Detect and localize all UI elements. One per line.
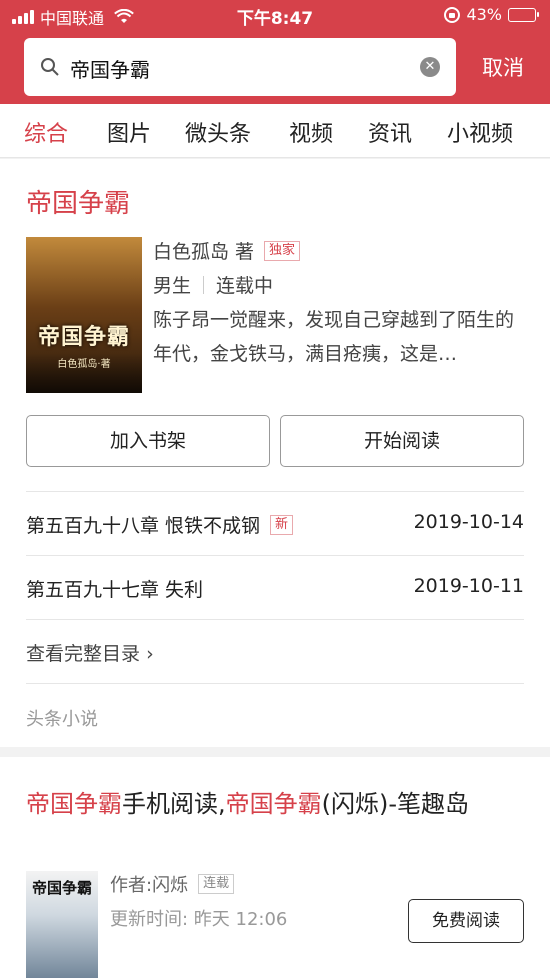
full-toc-label: 查看完整目录 xyxy=(26,643,141,665)
chapter-name-wrap: 第五百九十八章 恨铁不成钢 新 xyxy=(26,511,294,538)
book-author: 白色孤岛 著 xyxy=(153,241,255,263)
status-bar: 中国联通 下午8:47 43% xyxy=(0,0,550,30)
book-card: 帝国争霸 帝国争霸 白色孤岛·著 白色孤岛 著 独家 男生 连载中 陈子昂一觉醒… xyxy=(0,159,550,747)
chapter-name: 第五百九十八章 恨铁不成钢 xyxy=(26,515,261,537)
result-author-row: 作者:闪烁 连载 xyxy=(110,871,235,897)
book-type-row: 男生 连载中 xyxy=(153,271,273,298)
result-author: 作者:闪烁 xyxy=(110,875,189,896)
book-title[interactable]: 帝国争霸 xyxy=(26,183,130,220)
serializing-badge: 连载 xyxy=(198,874,235,894)
add-to-shelf-button[interactable]: 加入书架 xyxy=(26,415,270,467)
divider xyxy=(26,491,524,492)
search-query[interactable]: 帝国争霸 xyxy=(70,54,150,83)
top-bar: 中国联通 下午8:47 43% 帝国争霸 ✕ 取消 xyxy=(0,0,550,104)
battery-percent: 43% xyxy=(466,5,502,24)
tab-bar: 综合 图片 微头条 视频 资讯 小视频 xyxy=(0,104,550,158)
result-title[interactable]: 帝国争霸手机阅读,帝国争霸(闪烁)-笔趣岛 xyxy=(26,783,526,825)
search-result-card[interactable]: 帝国争霸手机阅读,帝国争霸(闪烁)-笔趣岛 帝国争霸 作者:闪烁 连载 更新时间… xyxy=(0,757,550,978)
result-cover[interactable]: 帝国争霸 xyxy=(26,871,98,978)
result-title-text: 手机阅读, xyxy=(122,790,226,818)
tab-news[interactable]: 资讯 xyxy=(368,116,412,148)
book-category: 男生 xyxy=(153,275,192,297)
exclusive-badge: 独家 xyxy=(264,240,301,261)
divider xyxy=(26,683,524,684)
tab-short-videos[interactable]: 小视频 xyxy=(447,116,513,148)
status-right: 43% xyxy=(444,5,539,24)
search-input[interactable]: 帝国争霸 ✕ xyxy=(24,38,456,96)
result-title-text: (闪烁)-笔趣岛 xyxy=(321,790,470,818)
battery-icon xyxy=(508,7,539,22)
divider xyxy=(26,619,524,620)
divider xyxy=(26,555,524,556)
chapter-date: 2019-10-11 xyxy=(413,575,524,597)
chapter-name: 第五百九十七章 失利 xyxy=(26,579,204,601)
separator xyxy=(203,275,205,294)
tab-images[interactable]: 图片 xyxy=(107,116,151,148)
chevron-right-icon: › xyxy=(146,643,154,665)
clear-icon[interactable]: ✕ xyxy=(420,57,440,77)
result-updated: 更新时间: 昨天 12:06 xyxy=(110,909,288,930)
book-status: 连载中 xyxy=(216,275,274,297)
cover-title: 帝国争霸 xyxy=(37,325,130,350)
source-label: 头条小说 xyxy=(26,709,98,730)
chapter-date: 2019-10-14 xyxy=(413,511,524,533)
tab-micro-posts[interactable]: 微头条 xyxy=(185,116,251,148)
full-toc-link[interactable]: 查看完整目录 › xyxy=(26,639,154,666)
rotation-lock-icon xyxy=(444,6,461,23)
chapter-name-wrap: 第五百九十七章 失利 xyxy=(26,575,203,602)
cover-subtitle: 白色孤岛·著 xyxy=(57,359,111,370)
start-reading-button[interactable]: 开始阅读 xyxy=(280,415,524,467)
result-title-highlight: 帝国争霸 xyxy=(26,790,122,818)
book-cover[interactable]: 帝国争霸 白色孤岛·著 xyxy=(26,237,142,393)
search-icon xyxy=(41,58,59,76)
cancel-button[interactable]: 取消 xyxy=(466,52,540,82)
free-read-button[interactable]: 免费阅读 xyxy=(408,899,524,943)
result-title-highlight: 帝国争霸 xyxy=(225,790,322,818)
book-description: 陈子昂一觉醒来，发现自己穿越到了陌生的年代，金戈铁马，满目疮痍，这是… xyxy=(153,309,515,365)
tab-comprehensive[interactable]: 综合 xyxy=(24,116,68,148)
new-badge: 新 xyxy=(270,514,294,535)
book-author-row: 白色孤岛 著 独家 xyxy=(153,237,301,264)
result-cover-title: 帝国争霸 xyxy=(31,879,92,897)
tab-videos[interactable]: 视频 xyxy=(289,116,333,148)
